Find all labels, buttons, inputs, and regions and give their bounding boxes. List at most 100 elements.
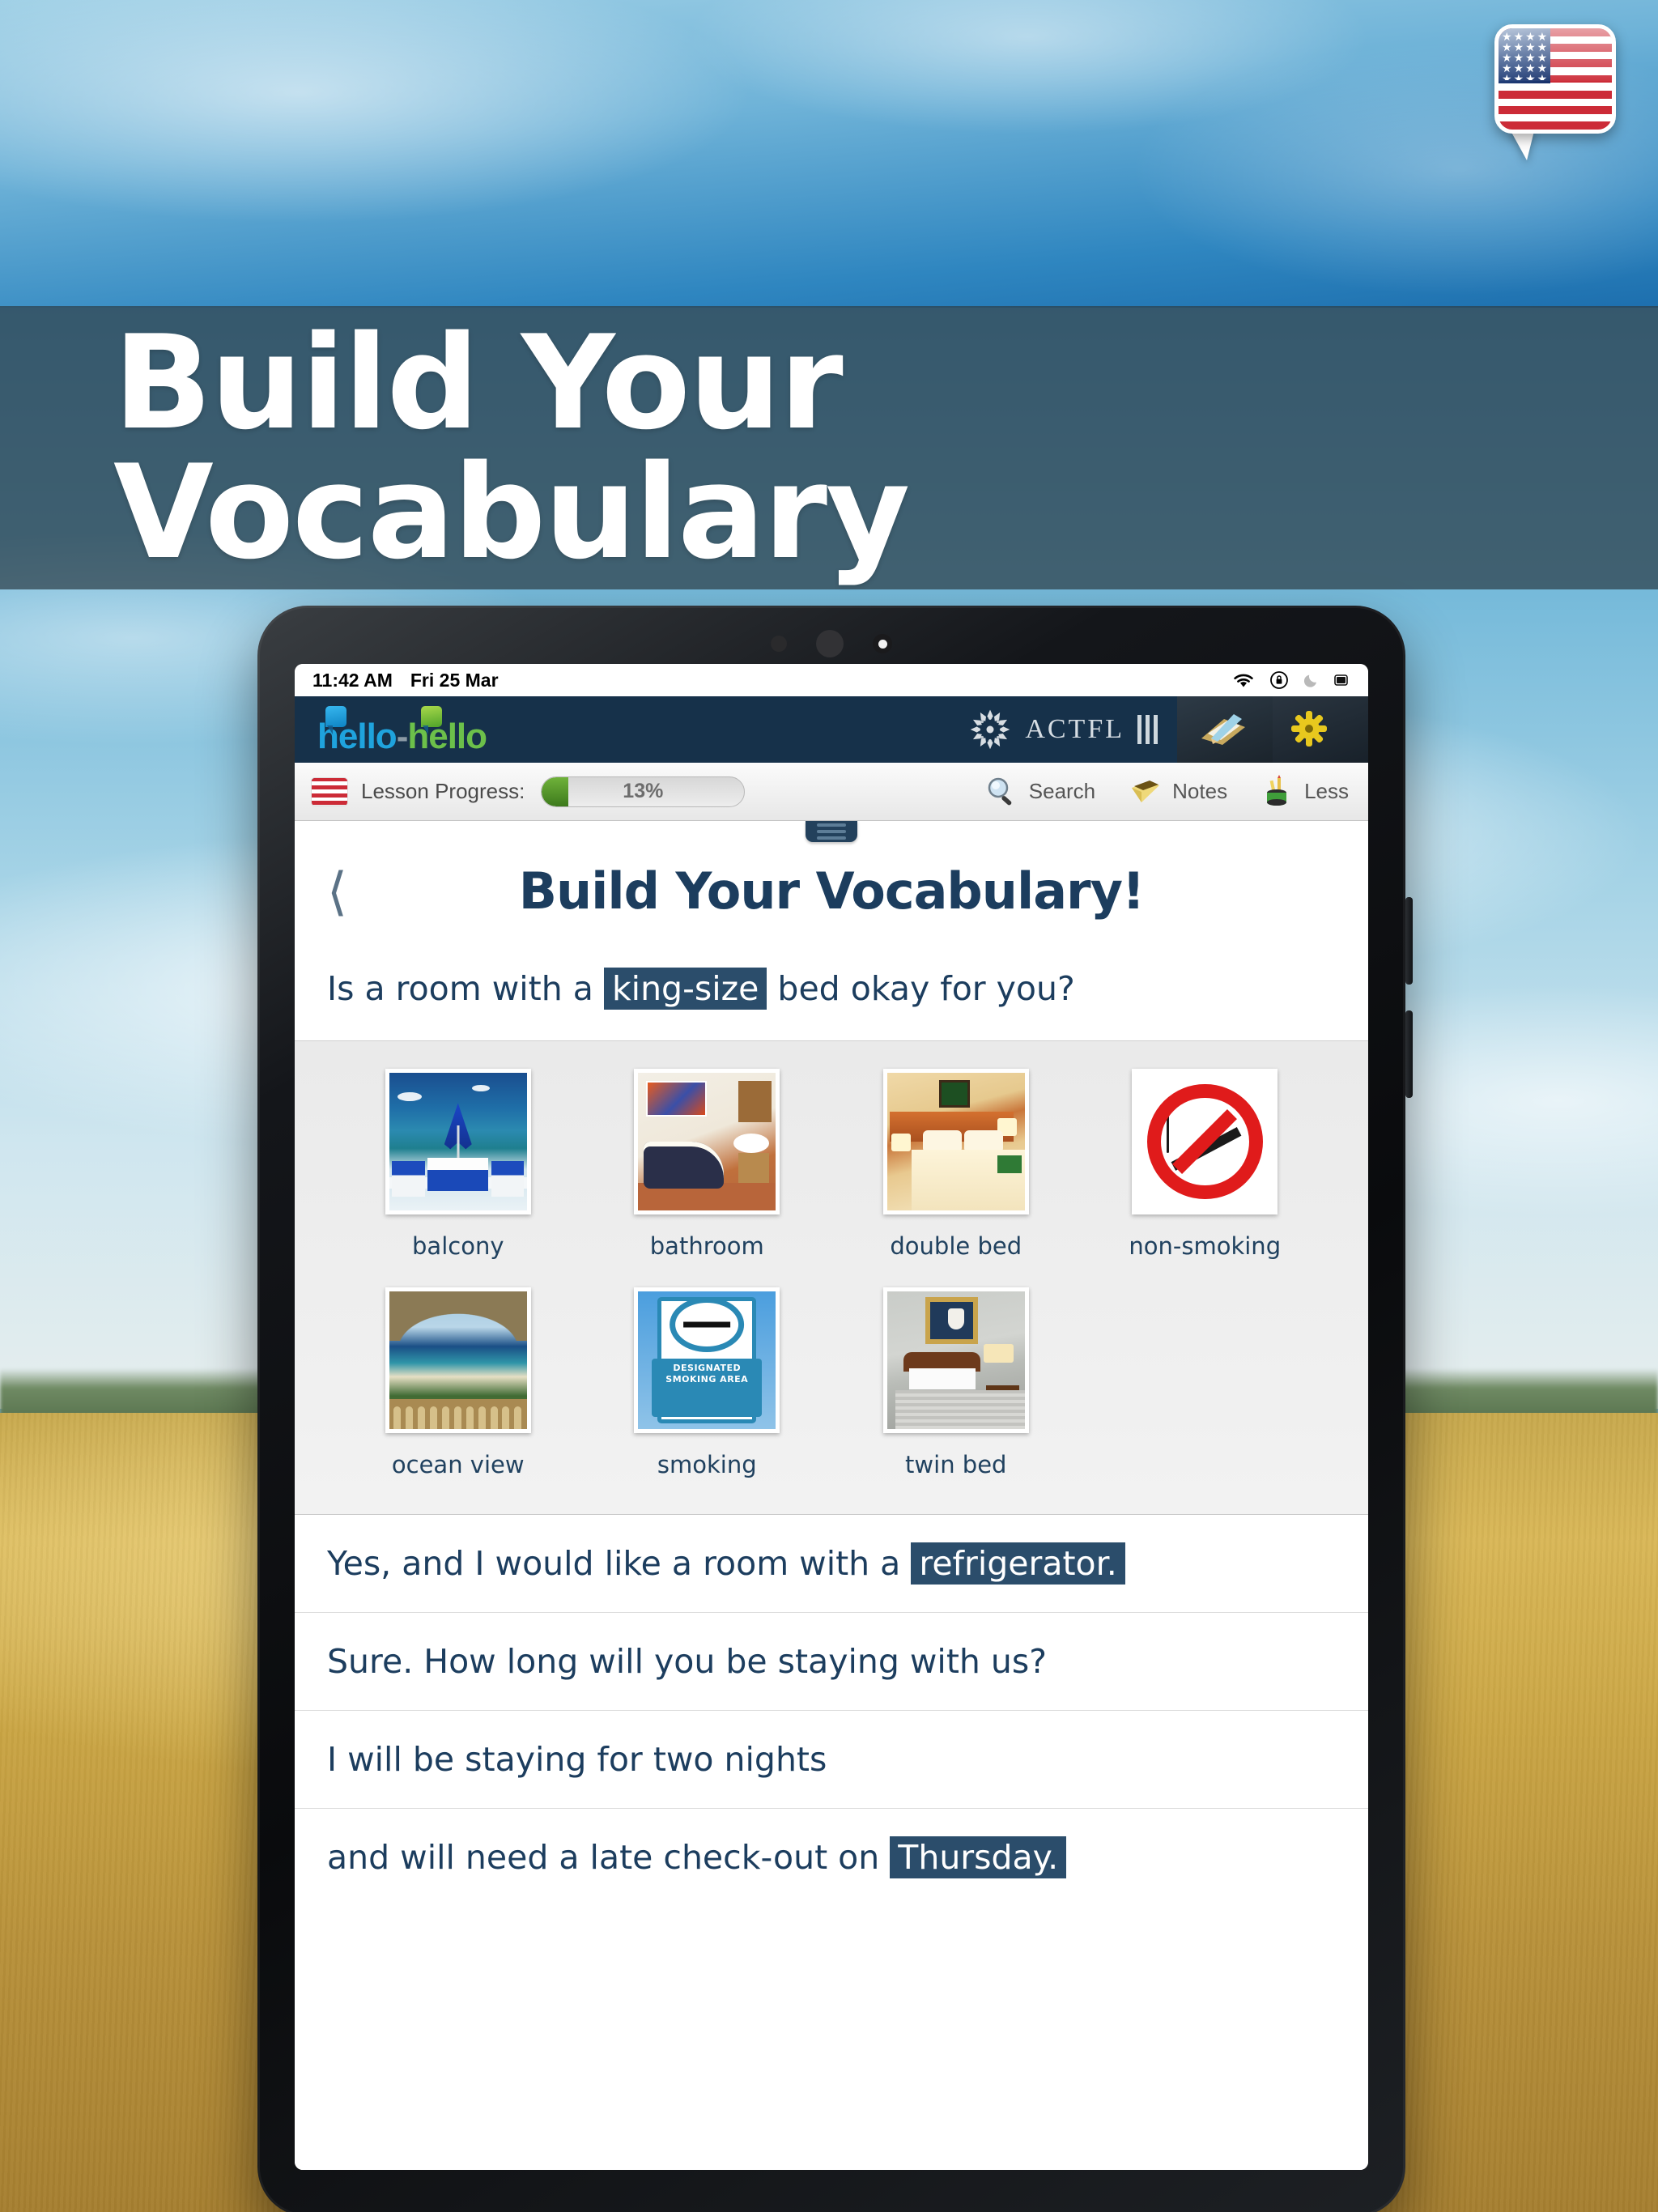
- notes-label: Notes: [1172, 779, 1228, 803]
- baluster: [417, 1406, 425, 1429]
- vocab-item-non-smoking[interactable]: non-smoking: [1081, 1069, 1330, 1287]
- vocab-item-balcony[interactable]: balcony: [334, 1069, 583, 1287]
- stone-arch-shape: [389, 1291, 527, 1342]
- mirror-shape: [738, 1081, 772, 1123]
- hello-hello-logo[interactable]: hello - hello: [317, 704, 487, 755]
- vocab-label: balcony: [412, 1232, 504, 1260]
- vocabulary-grid: balcony bathroom double bed non-smoking …: [295, 1041, 1368, 1515]
- lessons-label: Less: [1304, 779, 1349, 803]
- magnifier-icon: [988, 777, 1012, 805]
- logo-dash: -: [396, 717, 409, 756]
- vocab-item-twin-bed[interactable]: twin bed: [831, 1287, 1081, 1506]
- status-bar-right: [1231, 670, 1350, 690]
- ocean-view-arch-photo: [389, 1291, 527, 1429]
- prompt-sentence[interactable]: Is a room with a king-size bed okay for …: [295, 940, 1368, 1041]
- flag-stripe: [312, 801, 347, 806]
- baluster: [466, 1406, 474, 1429]
- page-title: Build Your Vocabulary!: [518, 861, 1146, 921]
- table-shape: [427, 1158, 489, 1192]
- bathtub-shape: [644, 1142, 724, 1189]
- prompt-highlight[interactable]: king-size: [603, 968, 767, 1010]
- thumbnail-bathroom[interactable]: [634, 1069, 780, 1214]
- lesson-progress-label: Lesson Progress:: [361, 779, 525, 803]
- baluster: [502, 1406, 510, 1429]
- promo-banner: Build Your Vocabulary: [0, 306, 1658, 589]
- balcony-terrace-sea-photo: [389, 1073, 527, 1210]
- us-flag-speech-bubble-icon: ★★★★★★★★★★★★★★★★★★★★★★★★★★★★: [1494, 24, 1616, 162]
- promo-headline: Build Your Vocabulary: [113, 307, 910, 588]
- vocab-item-ocean-view[interactable]: ocean view: [334, 1287, 583, 1506]
- thumbnail-balcony[interactable]: [385, 1069, 531, 1214]
- dialogue-row[interactable]: Yes, and I would like a room with a refr…: [295, 1515, 1368, 1613]
- us-flag-icon[interactable]: [311, 776, 348, 806]
- vocab-row-1: balcony bathroom double bed non-smoking: [295, 1069, 1368, 1287]
- bedspread-shape: [895, 1390, 1025, 1429]
- baluster: [393, 1406, 401, 1429]
- sky-upper: [0, 0, 1658, 308]
- thumbnail-ocean-view[interactable]: [385, 1287, 531, 1433]
- vocab-label: smoking: [657, 1451, 757, 1478]
- pencil-cup-icon: [1267, 774, 1287, 806]
- notes-button[interactable]: Notes: [1128, 775, 1227, 809]
- search-button[interactable]: Search: [984, 775, 1095, 809]
- prompt-after: bed okay for you?: [777, 969, 1075, 1008]
- actfl-mandala-icon: [971, 709, 1010, 750]
- flag-canton: ★★★★★★★★★★★★★★★★★★★★★★★★★★★★: [1499, 28, 1551, 83]
- status-date: Fri 25 Mar: [410, 669, 499, 691]
- bathroom-bathtub-photo: [638, 1073, 776, 1210]
- chevron-left-icon[interactable]: ⟨: [327, 866, 347, 917]
- ios-status-bar: 11:42 AM Fri 25 Mar: [295, 664, 1368, 696]
- gear-flower-glyph: [1291, 711, 1327, 747]
- vocab-item-smoking[interactable]: DESIGNATED SMOKING AREA smoking: [583, 1287, 832, 1506]
- tablet-screen: 11:42 AM Fri 25 Mar hello - hello ACTFL …: [295, 664, 1368, 2170]
- battery-icon: [1334, 674, 1348, 686]
- cloud-shape: [397, 1091, 422, 1101]
- progress-percent-text: 13%: [623, 780, 664, 802]
- front-camera-icon: [816, 630, 844, 657]
- prompt-before: Is a room with a: [327, 969, 593, 1008]
- rotation-lock-icon: [1270, 671, 1288, 689]
- thumbnail-non-smoking[interactable]: [1132, 1069, 1278, 1214]
- sentence-before: I will be staying for two nights: [327, 1740, 827, 1779]
- vocab-label: non-smoking: [1129, 1232, 1282, 1260]
- thumbnail-double-bed[interactable]: [882, 1069, 1029, 1214]
- vocab-item-double-bed[interactable]: double bed: [831, 1069, 1081, 1287]
- chair-left: [392, 1160, 425, 1197]
- sentence-highlight[interactable]: Thursday.: [890, 1836, 1067, 1878]
- notebook-pencil-icon[interactable]: [1177, 696, 1273, 763]
- lamp-shape: [983, 1343, 1014, 1363]
- vocab-item-bathroom[interactable]: bathroom: [583, 1069, 832, 1287]
- baluster: [429, 1406, 437, 1429]
- designated-smoking-area-sign-photo: DESIGNATED SMOKING AREA: [638, 1291, 776, 1429]
- sensor-icon: [771, 636, 787, 652]
- baluster: [490, 1406, 498, 1429]
- bezel-sensors: [771, 630, 892, 657]
- notebook-pencil-glyph: [1201, 714, 1245, 745]
- sentence-before: Sure. How long will you be staying with …: [327, 1642, 1048, 1681]
- gear-flower-icon[interactable]: [1273, 696, 1368, 763]
- framed-picture-shape: [939, 1079, 970, 1108]
- baluster: [478, 1406, 486, 1429]
- volume-down-button[interactable]: [1405, 1010, 1413, 1098]
- sentence-highlight[interactable]: refrigerator.: [911, 1542, 1125, 1585]
- ambient-light-sensor-icon: [873, 634, 892, 653]
- baluster: [514, 1406, 522, 1429]
- sink-shape: [733, 1133, 769, 1153]
- drag-handle-icon[interactable]: [806, 821, 857, 842]
- dialogue-row[interactable]: I will be staying for two nights: [295, 1711, 1368, 1809]
- dialogue-row[interactable]: and will need a late check-out on Thursd…: [295, 1809, 1368, 1906]
- thumbnail-twin-bed[interactable]: [882, 1287, 1029, 1433]
- flag-stars: ★★★★★★★★★★★★★★★★★★★★★★★★★★★★: [1502, 32, 1547, 80]
- flag-bubble: ★★★★★★★★★★★★★★★★★★★★★★★★★★★★: [1494, 24, 1616, 134]
- volume-up-button[interactable]: [1405, 897, 1413, 985]
- actfl-badge: ACTFL: [968, 708, 1177, 751]
- lessons-button[interactable]: Less: [1260, 774, 1349, 809]
- thumbnail-smoking[interactable]: DESIGNATED SMOKING AREA: [634, 1287, 780, 1433]
- balustrade-shape: [389, 1398, 527, 1429]
- logo-bubble-green-icon: [421, 706, 442, 734]
- actfl-bars-icon: [1137, 715, 1158, 744]
- dialogue-row[interactable]: Sure. How long will you be staying with …: [295, 1613, 1368, 1711]
- double-bed-hotel-room-photo: [886, 1073, 1025, 1210]
- no-smoking-sign-photo: [1136, 1073, 1274, 1210]
- baluster: [441, 1406, 449, 1429]
